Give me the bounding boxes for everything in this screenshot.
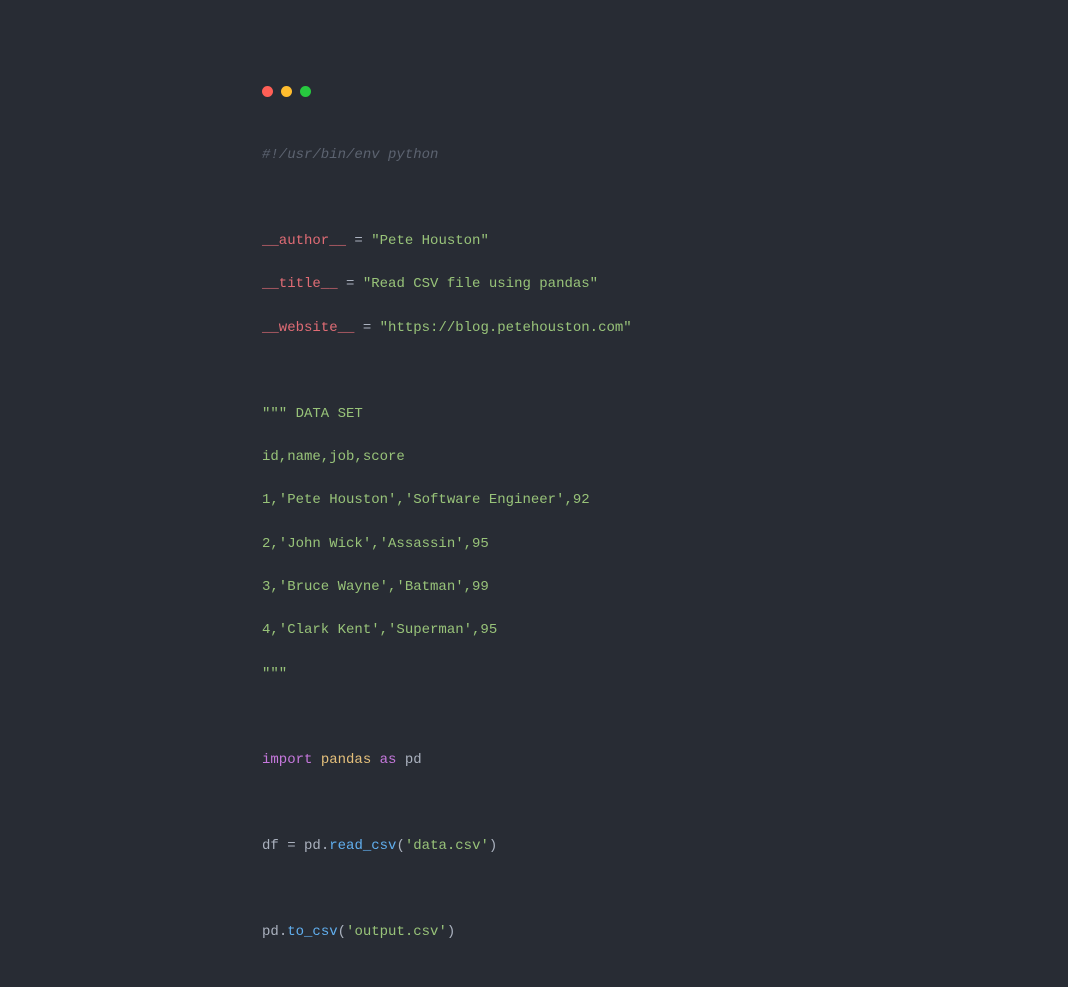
minimize-icon[interactable]	[281, 86, 292, 97]
to-csv-call: to_csv	[287, 924, 337, 940]
website-key: __website__	[262, 320, 354, 336]
shebang-line: #!/usr/bin/env python	[262, 147, 438, 163]
csv-row-2: 2,'John Wick','Assassin',95	[262, 536, 489, 552]
zoom-icon[interactable]	[300, 86, 311, 97]
docstring-close: """	[262, 666, 287, 682]
eq-operator: =	[279, 838, 304, 854]
csv-header: id,name,job,score	[262, 449, 405, 465]
dot-operator: .	[279, 924, 287, 940]
paren-close: )	[447, 924, 455, 940]
author-value: "Pete Houston"	[371, 233, 489, 249]
close-icon[interactable]	[262, 86, 273, 97]
to-csv-arg: 'output.csv'	[346, 924, 447, 940]
csv-row-3: 3,'Bruce Wayne','Batman',99	[262, 579, 489, 595]
paren-open: (	[338, 924, 346, 940]
read-csv-call: read_csv	[329, 838, 396, 854]
title-value: "Read CSV file using pandas"	[363, 276, 598, 292]
read-csv-arg: 'data.csv'	[405, 838, 489, 854]
csv-row-4: 4,'Clark Kent','Superman',95	[262, 622, 497, 638]
import-alias: pd	[396, 752, 421, 768]
pd-ref: pd	[304, 838, 321, 854]
pd-ref: pd	[262, 924, 279, 940]
paren-open: (	[396, 838, 404, 854]
csv-row-1: 1,'Pete Houston','Software Engineer',92	[262, 492, 590, 508]
import-keyword: import	[262, 752, 312, 768]
eq-operator: =	[354, 320, 379, 336]
eq-operator: =	[346, 233, 371, 249]
website-value: "https://blog.petehouston.com"	[380, 320, 632, 336]
code-window: #!/usr/bin/env python __author__ = "Pete…	[0, 0, 1068, 987]
window-controls	[262, 86, 1068, 97]
eq-operator: =	[338, 276, 363, 292]
import-module: pandas	[312, 752, 379, 768]
dot-operator: .	[321, 838, 329, 854]
df-var: df	[262, 838, 279, 854]
as-keyword: as	[380, 752, 397, 768]
docstring-open: """ DATA SET	[262, 406, 363, 422]
paren-close: )	[489, 838, 497, 854]
title-key: __title__	[262, 276, 338, 292]
author-key: __author__	[262, 233, 346, 249]
code-block: #!/usr/bin/env python __author__ = "Pete…	[262, 123, 1068, 987]
